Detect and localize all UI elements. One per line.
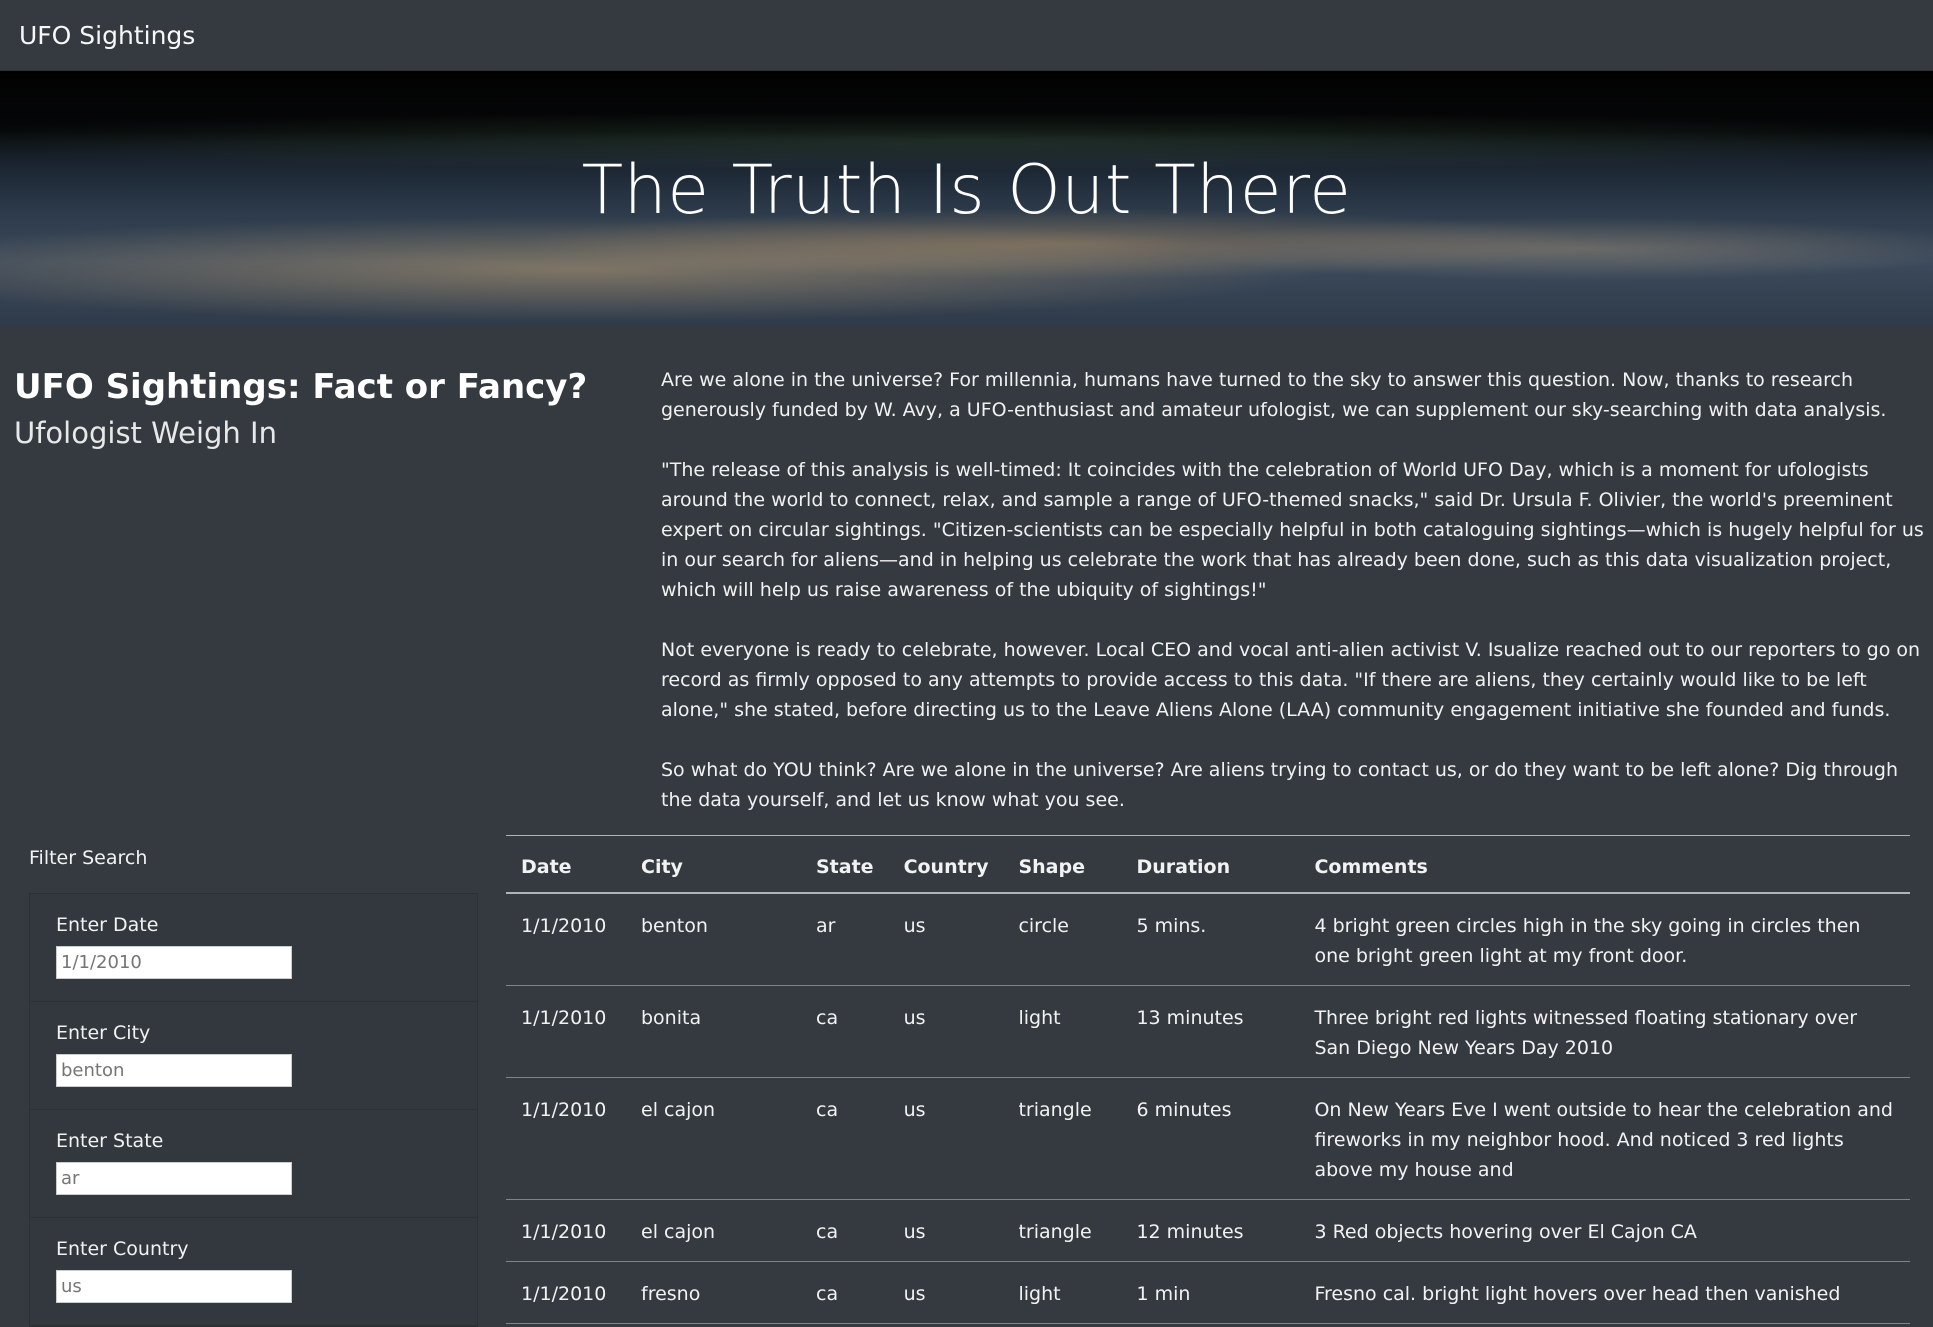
article-heading-small: Ufologist Weigh In [14,416,277,450]
cell-duration: 6 minutes [1121,1077,1300,1200]
filter-list: Enter Date Enter City Enter State Enter … [29,893,478,1327]
cell-duration: 1 min [1121,1261,1300,1324]
filter-label: Enter State [56,1130,164,1152]
cell-city: fresno [626,1261,801,1324]
cell-state: ca [801,1261,889,1324]
cell-country: us [888,893,1004,986]
cell-state: ca [801,1199,889,1262]
filter-item-state: Enter State [30,1110,477,1218]
cell-comments: 3 Red objects hovering over El Cajon CA [1299,1199,1910,1262]
cell-shape: circle [1003,893,1122,986]
date-input[interactable] [56,946,292,979]
cell-city: benton [626,893,801,986]
filter-item-date: Enter Date [30,894,477,1002]
cell-shape: light [1003,1261,1122,1324]
cell-shape: triangle [1003,1199,1122,1262]
article-paragraph: Not everyone is ready to celebrate, howe… [661,639,1921,721]
hero-title: The Truth Is Out There [581,151,1352,230]
article-paragraph: Are we alone in the universe? For millen… [661,369,1887,421]
intro-section: UFO Sightings: Fact or Fancy? Ufologist … [0,325,1933,845]
cell-date: 1/1/2010 [506,893,626,986]
article-heading-main: UFO Sightings: Fact or Fancy? [14,367,588,407]
navbar: UFO Sightings [0,0,1933,71]
cell-country: us [888,1077,1004,1200]
article-paragraph: "The release of this analysis is well-ti… [661,459,1924,601]
table-row: 1/1/2010 fresno ca us light 1 min Fresno… [506,1261,1910,1324]
cell-date: 1/1/2010 [506,985,626,1078]
ufo-table-wrapper: Date City State Country Shape Duration C… [506,835,1910,1327]
city-input[interactable] [56,1054,292,1087]
filter-label: Enter Country [56,1238,189,1260]
column-header-comments: Comments [1299,835,1910,894]
cell-state: ca [801,985,889,1078]
column-header-state: State [801,835,889,894]
column-header-duration: Duration [1121,835,1300,894]
cell-duration: 13 minutes [1121,985,1300,1078]
cell-state: ar [801,893,889,986]
cell-duration: 12 minutes [1121,1199,1300,1262]
cell-comments: Three bright red lights witnessed floati… [1299,985,1910,1078]
country-input[interactable] [56,1270,292,1303]
article-paragraph: So what do YOU think? Are we alone in th… [661,759,1899,811]
state-input[interactable] [56,1162,292,1195]
table-row: 1/1/2010 bonita ca us light 13 minutes T… [506,985,1910,1078]
cell-duration: 5 mins. [1121,893,1300,986]
hero-banner: The Truth Is Out There [0,71,1933,325]
cell-comments: Fresno cal. bright light hovers over hea… [1299,1261,1910,1324]
cell-date: 1/1/2010 [506,1077,626,1200]
column-header-country: Country [888,835,1004,894]
filter-label: Enter City [56,1022,151,1044]
cell-comments: 4 bright green circles high in the sky g… [1299,893,1910,986]
filter-title: Filter Search [29,847,148,869]
table-row: 1/1/2010 el cajon ca us triangle 6 minut… [506,1077,1910,1200]
cell-city: el cajon [626,1077,801,1200]
cell-shape: triangle [1003,1077,1122,1200]
intro-heading-column: UFO Sightings: Fact or Fancy? Ufologist … [0,365,648,845]
cell-date: 1/1/2010 [506,1199,626,1262]
table-row: 1/1/2010 el cajon ca us triangle 12 minu… [506,1199,1910,1262]
cell-comments: On New Years Eve I went outside to hear … [1299,1077,1910,1200]
column-header-date: Date [506,835,626,894]
filter-item-city: Enter City [30,1002,477,1110]
cell-state: ca [801,1077,889,1200]
article-heading: UFO Sightings: Fact or Fancy? Ufologist … [14,365,648,456]
table-row: 1/1/2010 benton ar us circle 5 mins. 4 b… [506,893,1910,986]
table-header-row: Date City State Country Shape Duration C… [506,835,1910,894]
brand-link[interactable]: UFO Sightings [19,21,195,50]
cell-country: us [888,1261,1004,1324]
filter-item-country: Enter Country [30,1218,477,1326]
cell-country: us [888,985,1004,1078]
cell-city: el cajon [626,1199,801,1262]
column-header-shape: Shape [1003,835,1122,894]
data-section: Filter Search Enter Date Enter City Ente… [0,835,1933,1327]
cell-country: us [888,1199,1004,1262]
article-body: Are we alone in the universe? For millen… [648,365,1928,845]
column-header-city: City [626,835,801,894]
filter-panel: Filter Search Enter Date Enter City Ente… [0,835,506,1327]
filter-label: Enter Date [56,914,159,936]
cell-city: bonita [626,985,801,1078]
cell-date: 1/1/2010 [506,1261,626,1324]
ufo-table: Date City State Country Shape Duration C… [506,835,1910,1324]
cell-shape: light [1003,985,1122,1078]
